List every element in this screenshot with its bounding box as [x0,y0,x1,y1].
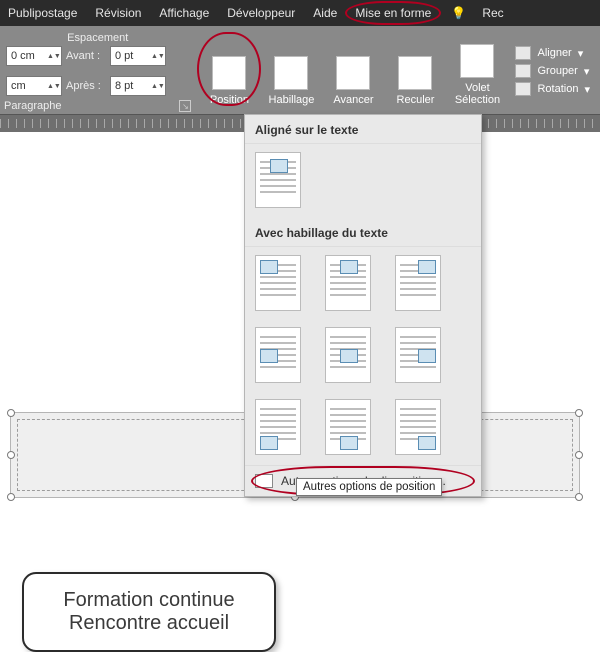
position-dropdown: Aligné sur le texte Avec habillage du te… [244,114,482,497]
pos-top-left-option[interactable] [255,255,301,311]
position-icon: 🖼 [212,56,246,90]
thumb-icon [418,436,436,450]
rotate-label: Rotation [537,83,578,95]
wrap-icon: ▤ [274,56,308,90]
position-label: Position [210,94,249,106]
indent-left-field[interactable]: 0 cm ▲▼ [6,46,62,66]
menu-developpeur[interactable]: Développeur [225,4,297,22]
selection-pane-label: VoletSélection [455,82,500,106]
menu-mise-en-forme[interactable]: Mise en forme [353,4,433,22]
dialog-launcher-icon[interactable]: ↘ [179,100,191,112]
paragraph-label: Paragraphe [4,100,62,112]
section-inline-title: Aligné sur le texte [245,115,481,144]
forward-label: Avancer [333,94,373,106]
pos-middle-right-option[interactable] [395,327,441,383]
pos-bottom-left-option[interactable] [255,399,301,455]
callout-line1: Formation continue [63,589,234,612]
thumb-icon [260,436,278,450]
resize-handle[interactable] [575,493,583,501]
menu-rechercher[interactable]: Rec [480,4,505,22]
group-paragraph: Espacement 0 cm ▲▼ Avant : 0 pt ▲▼ cm ▲▼ Ap… [0,26,195,114]
group-button[interactable]: Grouper ▾ [515,64,590,78]
layout-options-icon [255,474,273,488]
menubar: Publipostage Révision Affichage Développ… [0,0,600,26]
pos-middle-center-option[interactable] [325,327,371,383]
indent-left-value: 0 cm [11,50,35,62]
indent-right-value: cm [11,80,26,92]
spacing-after-value: 8 pt [115,80,133,92]
lightbulb-icon: 💡 [451,6,466,20]
tooltip: Autres options de position [296,478,442,496]
menu-publipostage[interactable]: Publipostage [6,4,79,22]
pos-inline-option[interactable] [255,152,301,208]
resize-handle[interactable] [7,493,15,501]
backward-label: Reculer [397,94,435,106]
stepper-icon[interactable]: ▲▼ [47,54,57,59]
spacing-before-value: 0 pt [115,50,133,62]
stepper-icon[interactable]: ▲▼ [151,84,161,89]
group-arrange: 🖼 Position ▤ Habillage ◧ Avancer ◨ Recul… [195,26,600,114]
selection-pane-button[interactable]: ⬚ VoletSélection [449,34,505,108]
resize-handle[interactable] [7,409,15,417]
group-icon [515,64,531,78]
thumb-icon [260,260,278,274]
backward-icon: ◨ [398,56,432,90]
pos-top-center-option[interactable] [325,255,371,311]
align-button[interactable]: Aligner ▾ [515,46,590,60]
pos-top-right-option[interactable] [395,255,441,311]
thumb-icon [418,349,436,363]
stepper-icon[interactable]: ▲▼ [47,84,57,89]
rotate-icon [515,82,531,96]
align-icon [515,46,531,60]
send-backward-button[interactable]: ◨ Reculer [387,34,443,108]
indent-right-field[interactable]: cm ▲▼ [6,76,62,96]
forward-icon: ◧ [336,56,370,90]
wrap-label: Habillage [269,94,315,106]
rotate-button[interactable]: Rotation ▾ [515,82,590,96]
after-label: Après : [66,80,106,92]
menu-affichage[interactable]: Affichage [157,4,211,22]
before-label: Avant : [66,50,106,62]
pos-middle-left-option[interactable] [255,327,301,383]
bring-forward-button[interactable]: ◧ Avancer [325,34,381,108]
resize-handle[interactable] [575,409,583,417]
wrap-button[interactable]: ▤ Habillage [263,34,319,108]
resize-handle[interactable] [575,451,583,459]
thumb-icon [270,159,288,173]
section-wrap-title: Avec habillage du texte [245,218,481,247]
menu-aide[interactable]: Aide [311,4,339,22]
spacing-after-field[interactable]: 8 pt ▲▼ [110,76,166,96]
callout-shape[interactable]: Formation continue Rencontre accueil [22,572,276,652]
pos-bottom-right-option[interactable] [395,399,441,455]
group-title-espacement: Espacement [6,30,189,44]
thumb-icon [418,260,436,274]
menu-revision[interactable]: Révision [93,4,143,22]
group-label: Grouper [537,65,577,77]
selection-pane-icon: ⬚ [460,44,494,78]
pos-bottom-center-option[interactable] [325,399,371,455]
thumb-icon [340,260,358,274]
ribbon: Espacement 0 cm ▲▼ Avant : 0 pt ▲▼ cm ▲▼ Ap… [0,26,600,114]
align-label: Aligner [537,47,571,59]
stepper-icon[interactable]: ▲▼ [151,54,161,59]
spacing-before-field[interactable]: 0 pt ▲▼ [110,46,166,66]
thumb-icon [340,436,358,450]
arrange-right-col: Aligner ▾ Grouper ▾ Rotation ▾ [511,40,594,102]
resize-handle[interactable] [7,451,15,459]
thumb-icon [260,349,278,363]
callout-line2: Rencontre accueil [69,612,229,635]
position-button[interactable]: 🖼 Position [201,34,257,108]
thumb-icon [340,349,358,363]
